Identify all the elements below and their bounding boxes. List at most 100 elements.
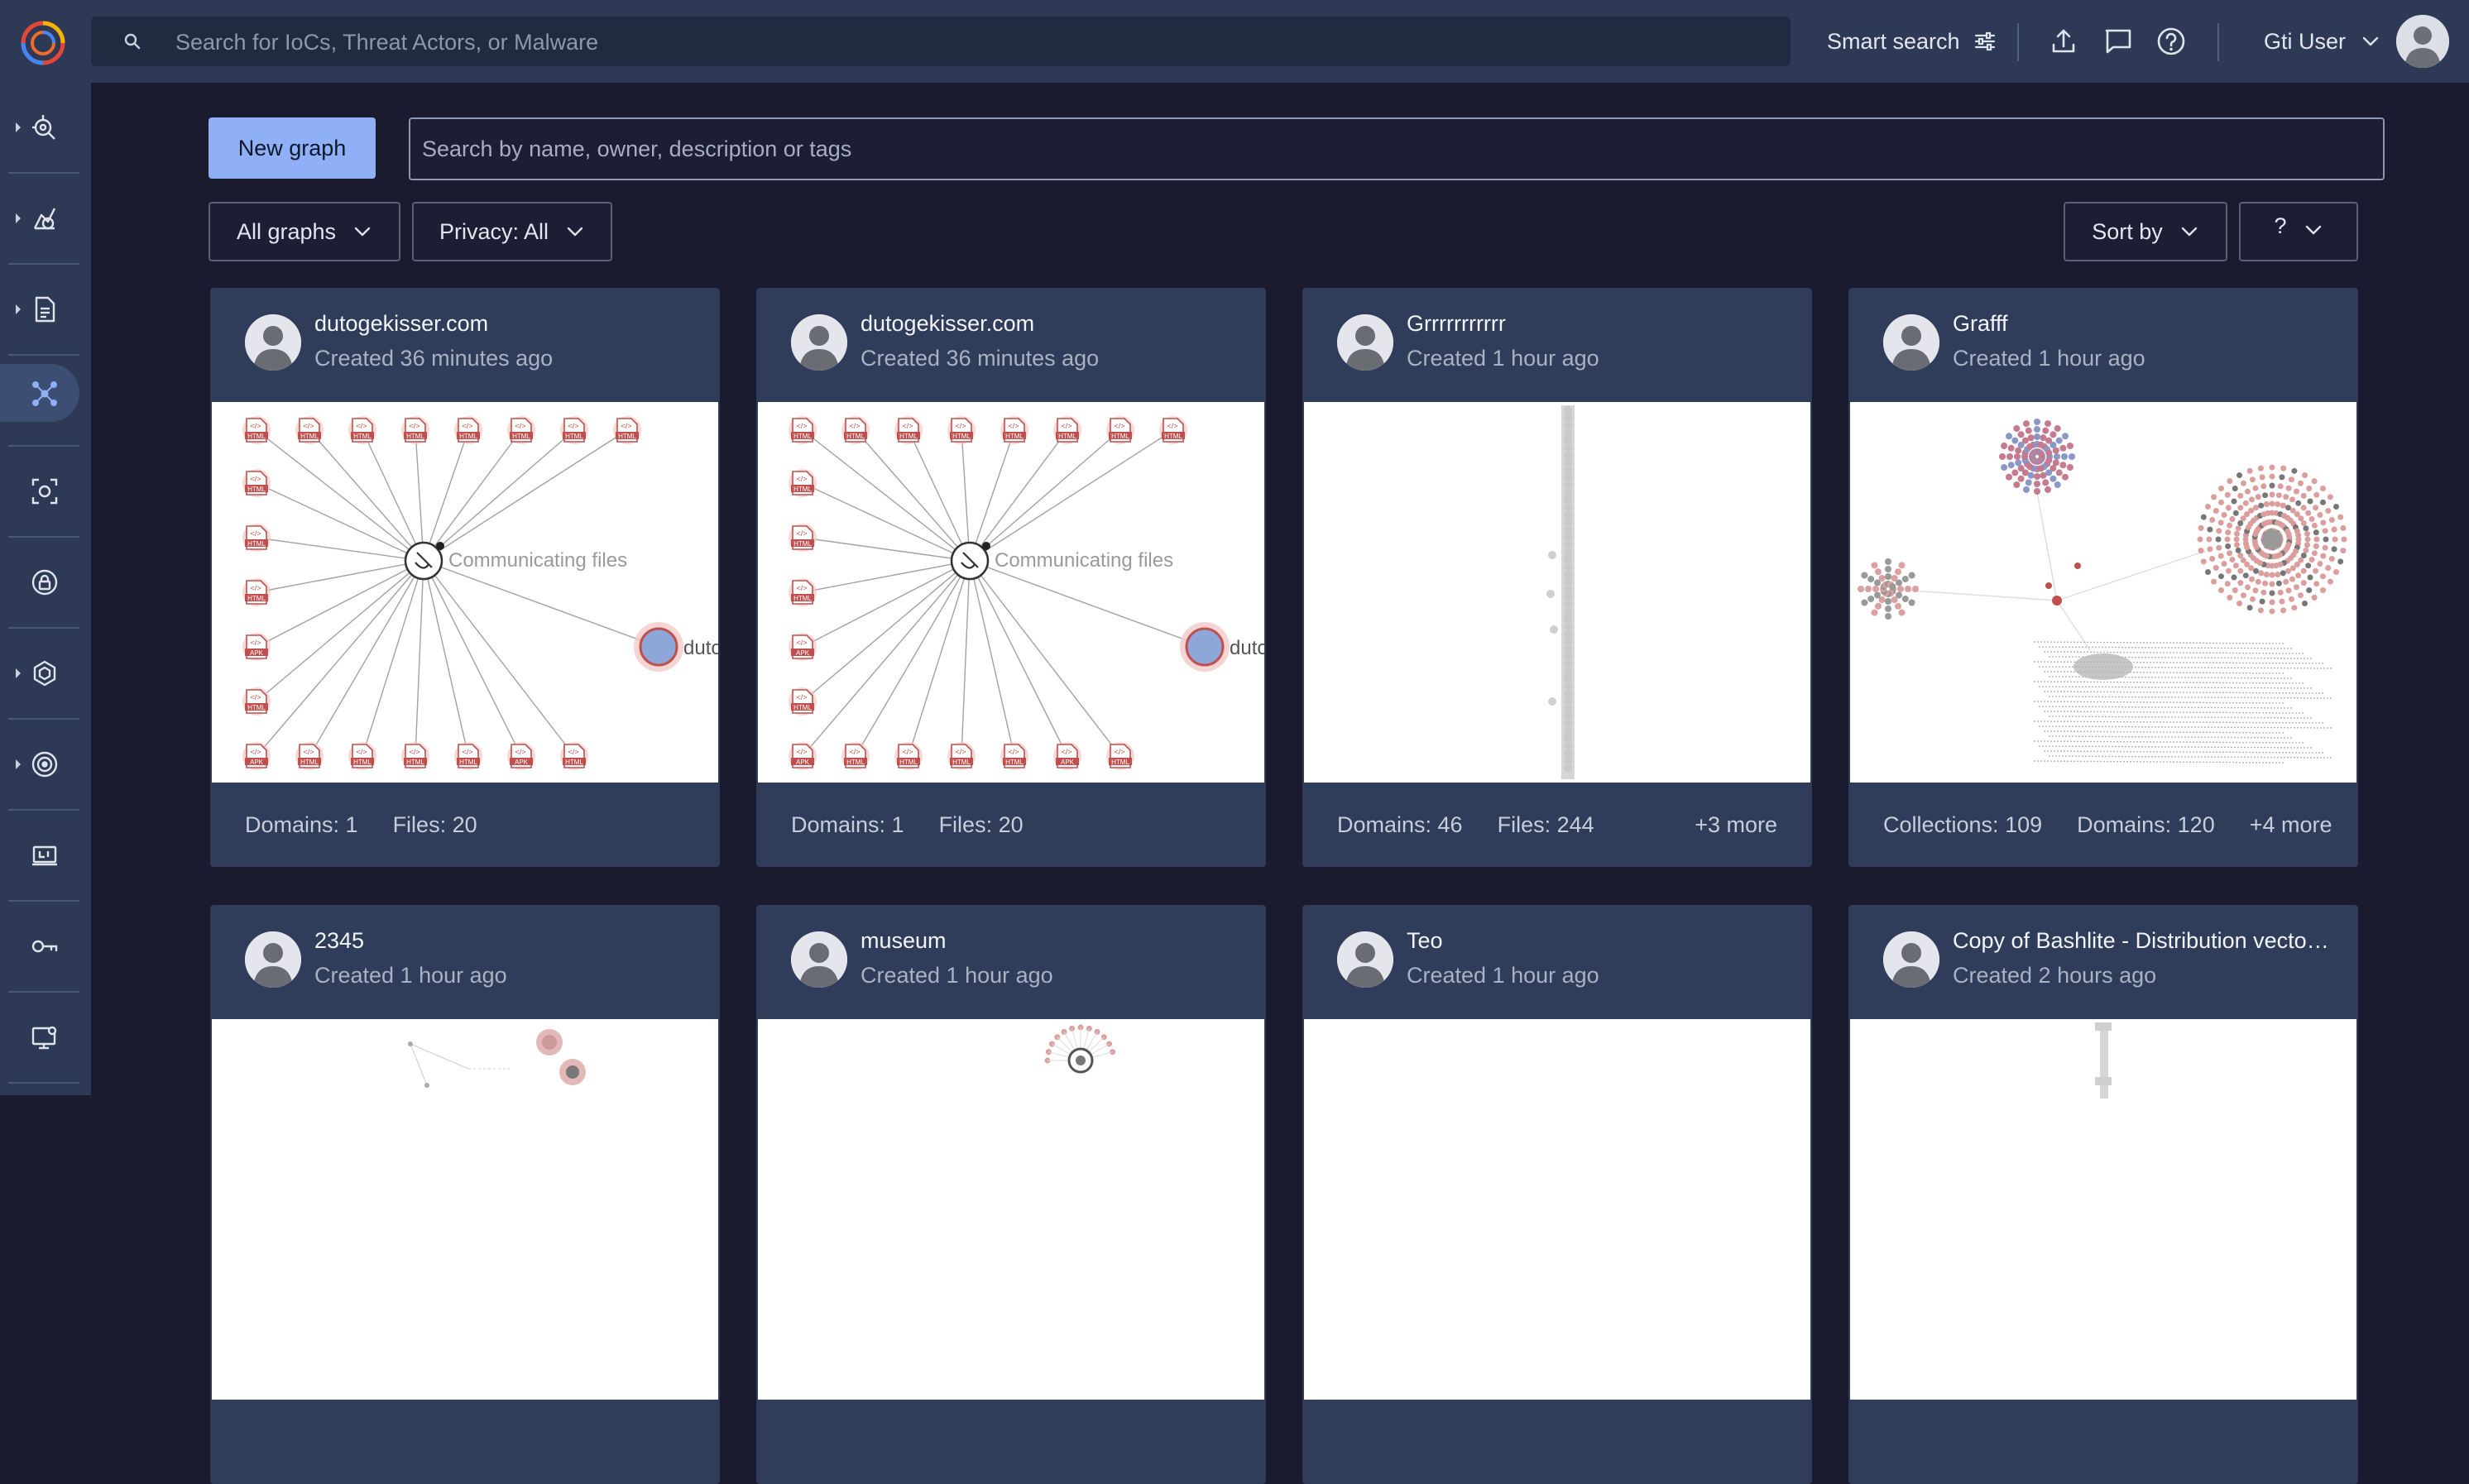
svg-text:APK: APK (796, 649, 810, 657)
sidebar-item-graph[interactable] (0, 356, 91, 447)
svg-text:</>: </> (462, 748, 472, 756)
file-node: HTML </> (841, 742, 870, 770)
star-center-label: Communicating files (448, 549, 627, 572)
graph-preview[interactable]: HTML </> HTML </> HTML </> HTML </> HTML… (758, 402, 1264, 783)
file-node: HTML </> (560, 416, 588, 444)
owner-avatar (245, 314, 301, 371)
svg-text:</>: </> (515, 748, 525, 756)
svg-text:HTML: HTML (952, 433, 971, 440)
graph-preview[interactable] (1850, 402, 2356, 783)
card-stat: Domains: 120 (2077, 811, 2215, 837)
card-title[interactable]: 2345 (314, 928, 703, 954)
card-title[interactable]: Grrrrrrrrrrr (1407, 311, 1795, 337)
card-stat: Domains: 46 (1337, 811, 1463, 837)
global-search-input[interactable] (174, 17, 1749, 68)
file-node: HTML </> (348, 416, 376, 444)
svg-text:HTML: HTML (846, 759, 865, 766)
card-stats (210, 1400, 720, 1484)
graph-card[interactable]: 2345 Created 1 hour ago (210, 905, 720, 1484)
new-graph-button[interactable]: New graph (209, 117, 376, 179)
svg-text:</>: </> (955, 422, 966, 430)
file-node: HTML </> (894, 416, 923, 444)
graph-preview[interactable] (1850, 1019, 2356, 1400)
graph-card[interactable]: Grafff Created 1 hour ago Collections: 1… (1848, 288, 2358, 867)
svg-text:HTML: HTML (247, 595, 266, 602)
graph-preview[interactable] (1304, 1019, 1810, 1400)
graph-card[interactable]: Teo Created 1 hour ago (1302, 905, 1812, 1484)
card-title[interactable]: museum (861, 928, 1249, 954)
svg-text:HTML: HTML (353, 759, 372, 766)
sidebar-item-threat-hunting[interactable] (0, 83, 91, 174)
card-title[interactable]: Grafff (1953, 311, 2342, 337)
search-icon (122, 31, 142, 51)
card-title[interactable]: dutogekisser.com (861, 311, 1249, 337)
svg-text:</>: </> (1008, 748, 1019, 756)
svg-text:HTML: HTML (247, 704, 266, 711)
chevron-down-icon (2179, 222, 2199, 242)
svg-text:HTML: HTML (618, 433, 636, 440)
more-stats-link[interactable]: +4 more (2250, 812, 2332, 838)
card-header: dutogekisser.com Created 36 minutes ago (756, 288, 1266, 402)
card-title[interactable]: Copy of Bashlite - Distribution vecto… (1953, 928, 2342, 954)
graph-card[interactable]: dutogekisser.com Created 36 minutes ago … (210, 288, 720, 867)
svg-text:</>: </> (955, 748, 966, 756)
toolbar-divider (2017, 23, 2019, 61)
card-created: Created 1 hour ago (1953, 346, 2145, 371)
privacy-dropdown[interactable]: Privacy: All (412, 202, 612, 261)
graph-search-input[interactable] (409, 117, 2385, 180)
graph-preview[interactable] (758, 1019, 1264, 1400)
svg-text:</>: </> (409, 748, 419, 756)
card-header: Grrrrrrrrrrr Created 1 hour ago (1302, 288, 1812, 402)
sidebar-item-collections[interactable] (0, 629, 91, 720)
card-title[interactable]: dutogekisser.com (314, 311, 703, 337)
svg-text:APK: APK (250, 649, 264, 657)
all-graphs-dropdown[interactable]: All graphs (209, 202, 400, 261)
svg-text:</>: </> (568, 748, 578, 756)
card-title[interactable]: Teo (1407, 928, 1795, 954)
privacy-label: Privacy: All (439, 218, 549, 244)
sidebar-item-threat-actors[interactable] (0, 174, 91, 265)
user-avatar[interactable] (2396, 15, 2449, 68)
owner-avatar (791, 931, 847, 988)
sidebar-item-security[interactable] (0, 538, 91, 629)
card-created: Created 36 minutes ago (314, 346, 554, 371)
hexagon-icon (33, 660, 56, 687)
chat-icon[interactable] (2102, 25, 2135, 58)
graph-preview[interactable] (1304, 402, 1810, 783)
svg-text:HTML: HTML (1164, 433, 1182, 440)
sidebar-item-api-keys[interactable] (0, 902, 91, 993)
card-header: Teo Created 1 hour ago (1302, 905, 1812, 1019)
graph-card[interactable]: Copy of Bashlite - Distribution vecto… C… (1848, 905, 2358, 1484)
sidebar-item-scan[interactable] (0, 447, 91, 538)
card-created: Created 1 hour ago (1407, 346, 1599, 371)
graph-card[interactable]: museum Created 1 hour ago (756, 905, 1266, 1484)
svg-text:HTML: HTML (459, 433, 477, 440)
file-node: APK </> (789, 633, 817, 661)
app-logo[interactable] (20, 20, 66, 66)
file-node: HTML </> (242, 469, 271, 497)
more-stats-link[interactable]: +3 more (1695, 812, 1777, 838)
user-menu[interactable]: Gti User (2264, 20, 2380, 63)
smart-search-button[interactable]: Smart search (1827, 20, 1997, 63)
user-name: Gti User (2264, 28, 2347, 54)
graph-card[interactable]: Grrrrrrrrrrr Created 1 hour ago Domains:… (1302, 288, 1812, 867)
upload-icon[interactable] (2047, 25, 2080, 58)
file-node: APK </> (242, 633, 271, 661)
sidebar-item-terminal[interactable] (0, 811, 91, 902)
help-icon[interactable] (2155, 25, 2188, 58)
top-bar: Smart search Gti User (0, 0, 2469, 83)
graph-preview[interactable] (212, 1019, 718, 1400)
svg-text:</>: </> (356, 422, 367, 430)
sort-by-dropdown[interactable]: Sort by (2064, 202, 2227, 261)
sidebar-item-monitoring[interactable] (0, 720, 91, 811)
sidebar-item-devices[interactable] (0, 993, 91, 1084)
file-node: HTML </> (613, 416, 641, 444)
sidebar-item-reports[interactable] (0, 265, 91, 356)
graph-preview[interactable]: HTML </> HTML </> HTML </> HTML </> HTML… (212, 402, 718, 783)
sort-order-dropdown[interactable]: ? (2239, 202, 2358, 261)
graph-card[interactable]: dutogekisser.com Created 36 minutes ago … (756, 288, 1266, 867)
card-stats (1848, 1400, 2358, 1484)
file-node: HTML </> (242, 687, 271, 716)
card-stat: Files: 244 (1497, 811, 1594, 837)
star-center-label: Communicating files (995, 549, 1173, 572)
